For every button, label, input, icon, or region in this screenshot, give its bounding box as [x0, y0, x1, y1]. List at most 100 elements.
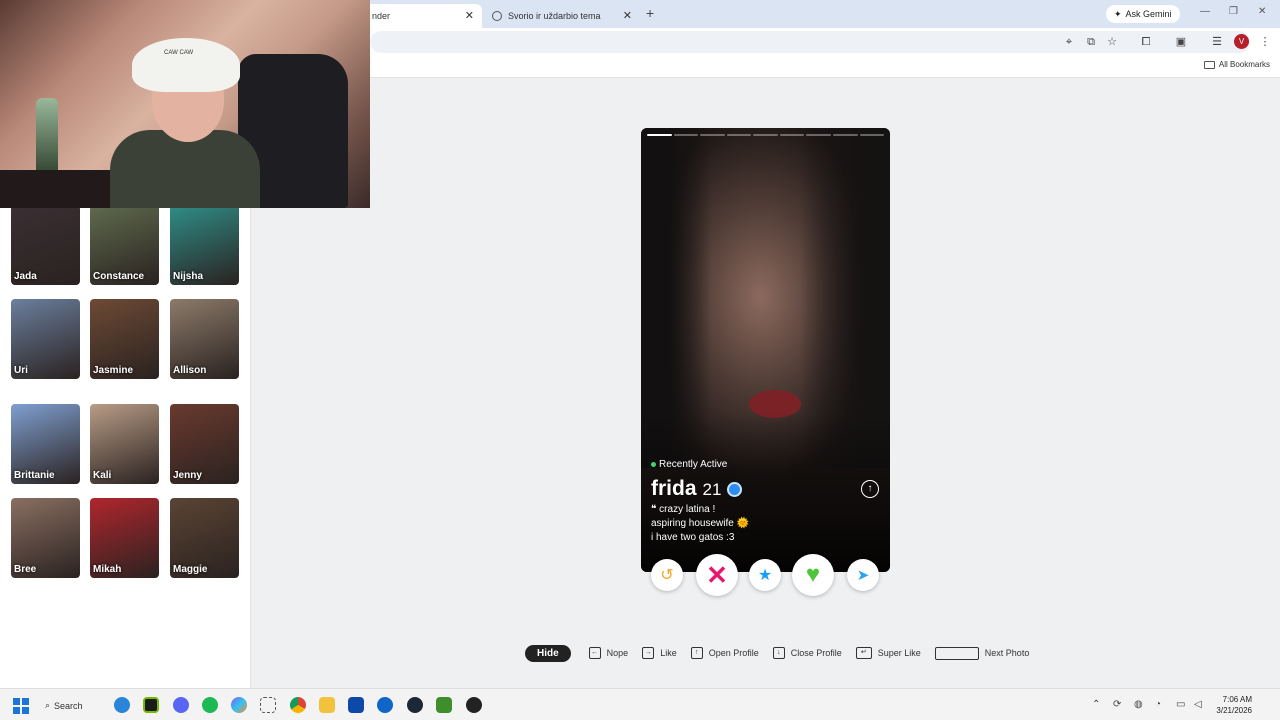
tab-svorio[interactable]: Svorio ir uždarbio tema ✕: [484, 4, 640, 28]
snipping-tool-icon[interactable]: [260, 697, 276, 713]
sync-icon[interactable]: ⟳: [1113, 699, 1121, 710]
chevron-up-icon[interactable]: ⌃: [1092, 699, 1100, 710]
wifi-icon[interactable]: ◔: [1155, 699, 1161, 710]
edge-icon[interactable]: [114, 697, 130, 713]
hint-open-profile: Open Profile: [708, 648, 759, 658]
close-window-icon[interactable]: ✕: [1258, 6, 1266, 17]
tile-label: Brittanie: [14, 470, 55, 481]
tile-label: Allison: [173, 365, 207, 376]
status-text: Recently Active: [659, 459, 728, 470]
folder-icon: [1203, 60, 1215, 69]
tab-tinder[interactable]: nder ✕: [360, 4, 482, 28]
photo-progress-segment: [753, 134, 778, 136]
restore-icon[interactable]: ❐: [1229, 6, 1238, 17]
minimize-icon[interactable]: —: [1200, 6, 1210, 17]
all-bookmarks-button[interactable]: All Bookmarks: [1203, 60, 1270, 69]
chrome-icon[interactable]: [290, 697, 306, 713]
boost-button[interactable]: ➤: [847, 559, 879, 591]
windows-start-icon[interactable]: [13, 698, 29, 714]
app-icon[interactable]: [466, 697, 482, 713]
photo-progress-segment: [700, 134, 725, 136]
space-key-icon: [934, 646, 979, 660]
globe-icon: [492, 11, 502, 21]
tab-search-icon[interactable]: ☰: [1210, 35, 1224, 49]
monitor-icon[interactable]: ▭: [1176, 699, 1185, 710]
tab-label: nder: [372, 11, 391, 21]
match-tile[interactable]: Maggie: [170, 498, 239, 578]
hint-nope: Nope: [606, 648, 629, 658]
file-explorer-icon[interactable]: [319, 697, 335, 713]
minecraft-icon[interactable]: [436, 697, 452, 713]
match-tile[interactable]: Nijsha: [170, 205, 239, 285]
store-icon[interactable]: [348, 697, 364, 713]
discord-icon[interactable]: [173, 697, 189, 713]
more-menu-icon[interactable]: ⋮: [1258, 35, 1272, 49]
bottle: [36, 98, 58, 178]
profile-avatar[interactable]: V: [1234, 34, 1249, 49]
photo-progress-segment: [832, 134, 858, 136]
location-icon[interactable]: ⌖: [1062, 35, 1076, 49]
hide-button[interactable]: Hide: [525, 644, 571, 662]
photo-progress-segment: [779, 134, 805, 136]
photo-progress-segment: [859, 134, 885, 136]
profile-bio: ❝ crazy latina ! aspiring housewife 🌞 i …: [651, 503, 749, 545]
taskbar-clock[interactable]: 7:06 AM 3/21/2026: [1212, 694, 1252, 716]
volume-icon[interactable]: ◁: [1194, 699, 1202, 710]
match-tile[interactable]: Brittanie: [11, 404, 80, 484]
nvidia-icon[interactable]: [143, 697, 159, 713]
hint-next-photo: Next Photo: [984, 648, 1030, 658]
tile-label: Mikah: [93, 564, 122, 575]
match-tile[interactable]: Jenny: [170, 404, 239, 484]
spotify-icon[interactable]: [202, 697, 218, 713]
match-tile[interactable]: Bree: [11, 498, 80, 578]
tile-label: Jada: [14, 271, 37, 282]
steam-icon[interactable]: [407, 697, 423, 713]
photo-progress: [647, 134, 885, 137]
search-icon: ⌕: [45, 700, 51, 710]
ask-gemini-button[interactable]: ✦ Ask Gemini: [1106, 5, 1180, 23]
network-icon[interactable]: ◍: [1134, 699, 1143, 710]
extensions-icon[interactable]: ⧠: [1139, 35, 1153, 49]
like-button[interactable]: ♥: [792, 554, 834, 596]
close-tab-icon[interactable]: ✕: [465, 9, 474, 22]
tile-label: Bree: [14, 564, 37, 575]
taskbar: ⌕ Search ⌃ ⟳ ◍ ◔ ▭ ◁ 7:06 AM 3/21/2026: [0, 688, 1280, 720]
new-tab-button[interactable]: +: [646, 5, 654, 21]
match-tile[interactable]: Jasmine: [90, 299, 159, 379]
tile-label: Jenny: [173, 470, 202, 481]
streamer-hat: [132, 38, 240, 92]
copilot-icon[interactable]: [231, 697, 247, 713]
close-tab-icon[interactable]: ✕: [623, 9, 632, 22]
up-arrow-key-icon: ↑: [690, 647, 703, 659]
shortcut-hints: Hide ← Nope → Like ↑ Open Profile ↓ Clos…: [525, 644, 1037, 662]
sidepanel-icon[interactable]: ▣: [1174, 35, 1188, 49]
bookmark-star-icon[interactable]: ☆: [1105, 35, 1119, 49]
verified-icon: [727, 481, 743, 497]
match-tile[interactable]: Allison: [170, 299, 239, 379]
match-tile[interactable]: Uri: [11, 299, 80, 379]
taskbar-search[interactable]: ⌕ Search: [45, 697, 101, 714]
outlook-icon[interactable]: [377, 697, 393, 713]
right-arrow-key-icon: →: [642, 647, 655, 659]
open-profile-arrow-icon[interactable]: ↑: [861, 480, 879, 498]
tile-label: Maggie: [173, 564, 208, 575]
hat-text: CAW CAW: [164, 50, 194, 56]
match-tile[interactable]: Constance: [90, 205, 159, 285]
bio-line: i have two gatos :3: [651, 532, 735, 543]
super-like-button[interactable]: ★: [749, 559, 781, 591]
all-bookmarks-label: All Bookmarks: [1218, 60, 1270, 69]
match-tile[interactable]: Jada: [11, 205, 80, 285]
rewind-button[interactable]: ↺: [651, 559, 683, 591]
time: 7:06 AM: [1222, 695, 1252, 704]
hint-like: Like: [660, 648, 677, 658]
photo-progress-segment: [726, 134, 752, 136]
profile-card[interactable]: Recently Active frida 21 ❝ crazy latina …: [641, 128, 890, 572]
quote-icon: ❝: [651, 504, 657, 515]
match-tile[interactable]: Kali: [90, 404, 159, 484]
profile-age: 21: [702, 480, 722, 499]
nope-button[interactable]: ✕: [696, 554, 738, 596]
photo-progress-segment: [647, 134, 672, 136]
install-app-icon[interactable]: ⧉: [1084, 35, 1098, 49]
bio-line: aspiring housewife 🌞: [651, 518, 750, 529]
match-tile[interactable]: Mikah: [90, 498, 159, 578]
